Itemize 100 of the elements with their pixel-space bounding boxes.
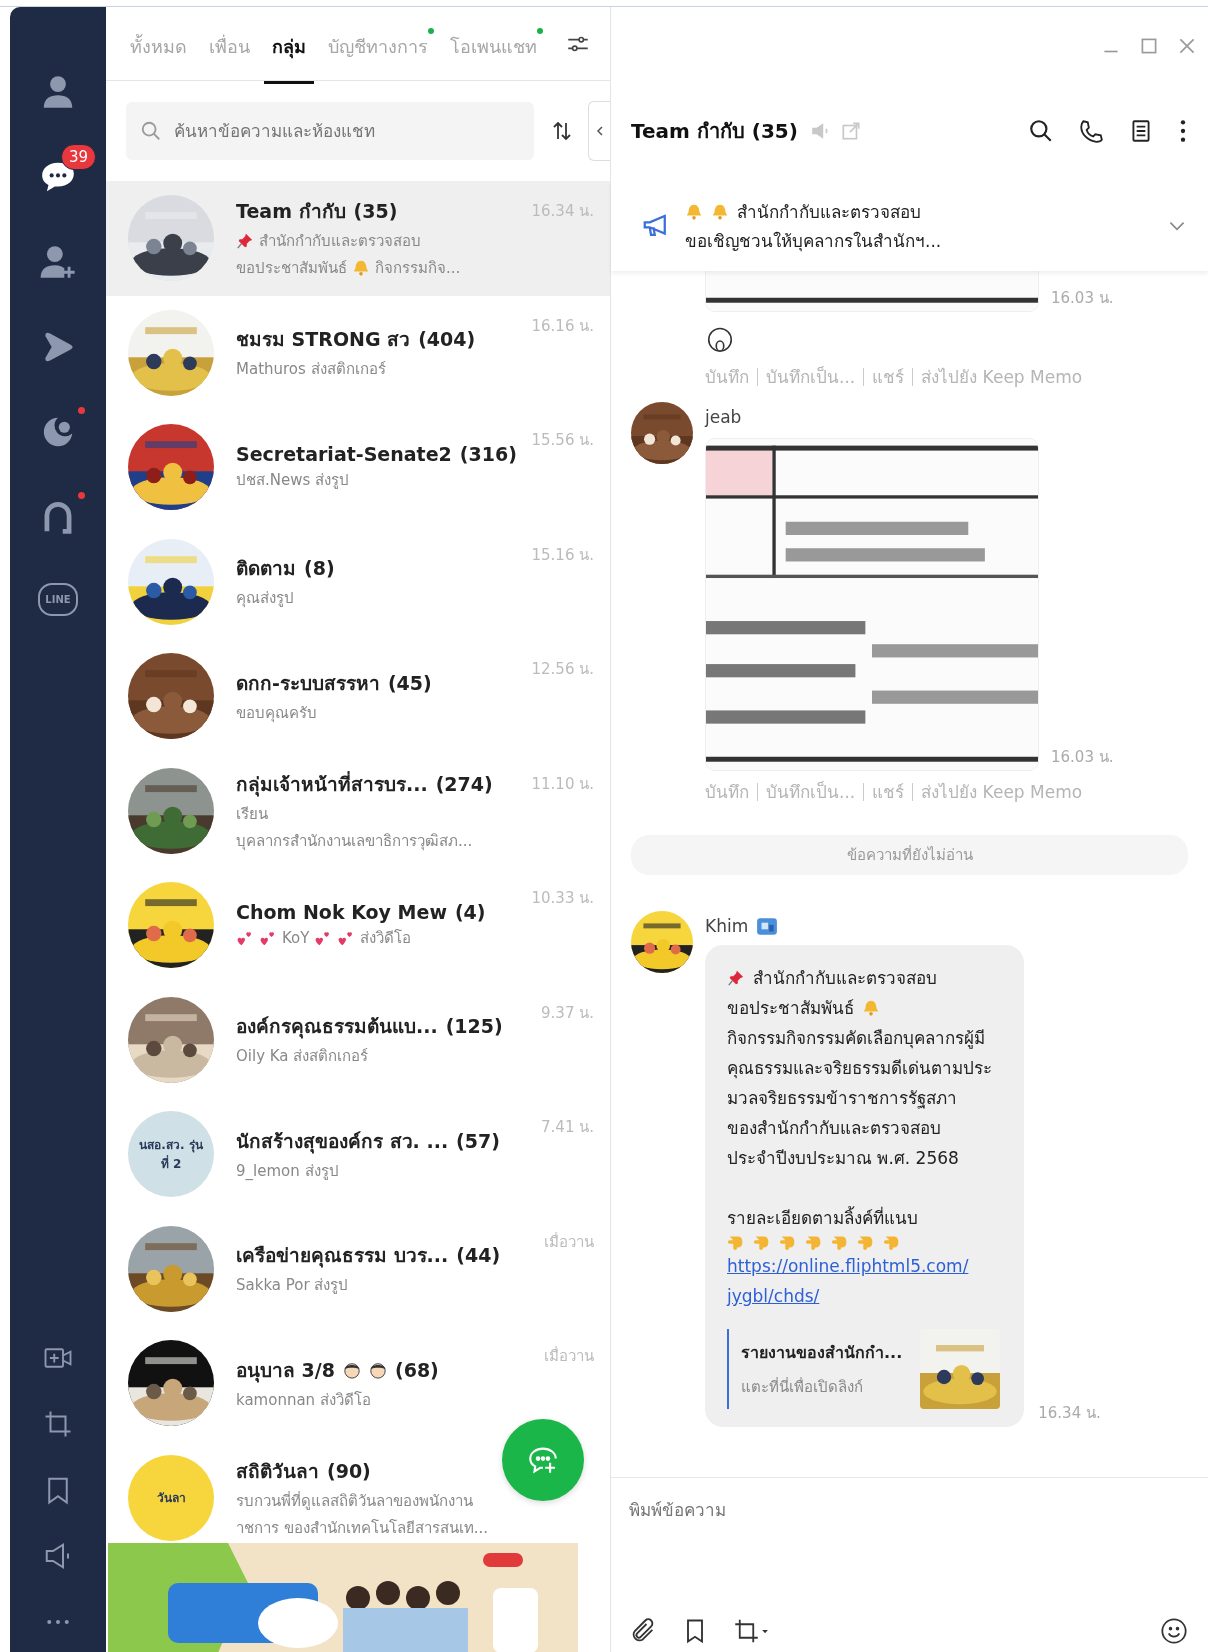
timestamp: 7.41 น.	[541, 1117, 594, 1138]
chat-name: Team กำกับ	[236, 199, 346, 225]
chat-name: สถิติวันลา	[236, 1458, 319, 1484]
member-count: (45)	[387, 671, 432, 694]
chat-title: Team กำกับ (35)	[631, 118, 798, 145]
timestamp: 16.03 น.	[1051, 747, 1114, 768]
message-preview: ส่งวิดีโอ	[360, 927, 412, 949]
message-text: กิจกรรมกิจกรรมคัดเลือกบุคลากรผู้มี	[727, 1027, 985, 1051]
chat-name: เครือข่ายคุณธรรม บวร...	[236, 1243, 449, 1270]
chat-row[interactable]: อนุบาล 3/8 (68) kamonnan ส่งวิดีโอ เมื่อวาน	[106, 1326, 610, 1441]
chat-row[interactable]: กลุ่มเจ้าหน้าที่สารบร... (274) เรียน บุคลากรสำนักงานเลขาธิการวุฒิสภ... 11.10 น.	[106, 753, 610, 868]
message-text: ของสำนักกำกับและตรวจสอบ	[727, 1117, 941, 1140]
message-preview: ขอประชาสัมพันธ์	[236, 258, 347, 280]
message-preview: คุณส่งรูป	[236, 588, 294, 610]
new-chat-button[interactable]	[502, 1419, 584, 1501]
message-text: มวลจริยธรรมข้าราชการรัฐสภา	[727, 1087, 957, 1111]
pin-icon	[727, 969, 745, 987]
chat-row[interactable]: ติดตาม (8) คุณส่งรูป 15.16 น.	[106, 524, 610, 639]
message-text: รายละเอียดตามลิ้งค์ที่แนบ	[727, 1205, 918, 1230]
member-count: (68)	[395, 1358, 439, 1381]
sender-name: jeab	[705, 407, 742, 427]
member-count: (404)	[418, 328, 476, 351]
member-count: (316)	[459, 442, 517, 465]
chevron-left-icon	[594, 126, 605, 136]
message-preview: kamonnan ส่งวิดีโอ	[236, 1389, 371, 1411]
message-preview: Mathuros ส่งสติกเกอร์	[236, 359, 386, 381]
search-icon[interactable]	[1028, 118, 1054, 144]
chat-name: ติดตาม	[236, 556, 296, 582]
tab[interactable]: กลุ่ม	[264, 7, 314, 84]
crop-icon[interactable]	[733, 1617, 769, 1645]
chat-name: ชมรม STRONG สว	[236, 327, 411, 353]
chat-name: ดกก-ระบบสรรหา	[236, 670, 380, 696]
bell-icon	[711, 202, 729, 221]
chat-row[interactable]: เครือข่ายคุณธรรม บวร... (44) Sakka Por ส่งรูป เมื่อวาน	[106, 1211, 610, 1326]
member-count: (57)	[456, 1129, 500, 1152]
chat-name: Secretariat-Senate2	[236, 442, 452, 465]
avatar: วันลา	[128, 1454, 214, 1541]
timestamp: 15.16 น.	[531, 544, 594, 566]
timestamp: 11.10 น.	[531, 773, 594, 795]
bell-icon	[352, 259, 370, 278]
emoji-icon[interactable]	[1160, 1617, 1188, 1645]
member-count: (44)	[456, 1244, 501, 1267]
message-preview: สำนักกำกับและตรวจสอบ	[259, 231, 421, 253]
chat-row[interactable]: วันลา สถิติวันลา (90) รบกวนพี่ที่ดูแลสถิติวันลาของพนักงาน าชการ ของสำนักเทคโนโลยีสารสนเท...	[106, 1440, 610, 1543]
chat-name: นักสร้างสุของค์กร สว. ...	[236, 1128, 449, 1156]
message-preview: ปชส.News ส่งรูป	[236, 469, 350, 491]
announcement-text: ขอเชิญชวนให้บุคลากรในสำนักฯ...	[685, 230, 942, 254]
more-icon[interactable]	[1178, 118, 1188, 144]
message-preview: าชการ ของสำนักเทคโนโลยีสารสนเท...	[236, 1517, 489, 1539]
chat-name: Chom Nok Koy Mew	[236, 900, 447, 923]
pin-icon	[236, 232, 254, 251]
search-icon	[140, 120, 162, 142]
timestamp: 16.16 น.	[531, 315, 594, 337]
message-preview: Oily Ka ส่งสติกเกอร์	[236, 1046, 369, 1068]
avatar: นสอ.สว. รุ่นที่ 2	[128, 1111, 214, 1198]
search-field[interactable]: ค้นหาข้อความและห้องแชท	[126, 102, 534, 160]
member-count: (274)	[435, 772, 493, 795]
message-input[interactable]: พิมพ์ข้อความ	[629, 1496, 1188, 1524]
add-friend-icon[interactable]	[39, 243, 77, 281]
link-preview-card[interactable]: รายงานของสำนักกำ... แตะที่นี่เพื่อเปิดลิงก์	[727, 1329, 1001, 1409]
preview-subtitle: แตะที่นี่เพื่อเปิดลิงก์	[741, 1376, 864, 1398]
message-preview: เรียน	[236, 803, 268, 825]
timestamp: 12.56 น.	[531, 659, 594, 680]
emoji-icon	[343, 1360, 361, 1379]
phone-icon[interactable]	[1078, 118, 1104, 144]
message-preview: 9_lemon ส่งรูป	[236, 1160, 339, 1182]
announcement-bar[interactable]: สำนักกำกับและตรวจสอบ ขอเชิญชวนให้บุคลากรในสำนักฯ...	[611, 181, 1208, 271]
bell-icon	[685, 202, 703, 221]
timestamp: 15.56 น.	[531, 430, 594, 451]
preview-title: รายงานของสำนักกำ...	[741, 1341, 903, 1364]
chat-row[interactable]: องค์กรคุณธรรมต้นแบ... (125) Oily Ka ส่งสติกเกอร์ 9.37 น.	[106, 982, 610, 1097]
timestamp: 9.37 น.	[541, 1002, 594, 1024]
chat-name: กลุ่มเจ้าหน้าที่สารบร...	[236, 770, 428, 799]
chat-row[interactable]: ดกก-ระบบสรรหา (45) ขอบคุณครับ 12.56 น.	[106, 639, 610, 754]
member-count: (125)	[445, 1015, 503, 1038]
member-count: (4)	[454, 900, 486, 923]
chat-row[interactable]: นสอ.สว. รุ่นที่ 2 นักสร้างสุของค์กร สว. ... (57) 9_lemon ส่งรูป 7.41 น.	[106, 1097, 610, 1212]
member-count: (35)	[353, 200, 398, 223]
chat-name: อนุบาล 3/8	[236, 1357, 335, 1385]
link[interactable]: jygbl/chds/	[727, 1281, 820, 1311]
message-text: ขอประชาสัมพันธ์	[727, 997, 854, 1020]
message-text: ประจำปีงบประมาณ พ.ศ. 2568	[727, 1147, 959, 1170]
bell-icon	[862, 999, 880, 1017]
message-text: คุณธรรมและจริยธรรมดีเด่นตามประ	[727, 1057, 992, 1081]
timestamp: 10.33 น.	[531, 888, 594, 909]
chat-name: องค์กรคุณธรรมต้นแบ...	[236, 1014, 438, 1041]
chat-row[interactable]: Secretariat-Senate2 (316) ปชส.News ส่งรูป 15.56 น.	[106, 410, 610, 525]
message-preview: KoY	[282, 928, 310, 947]
timestamp: เมื่อวาน	[544, 1345, 594, 1367]
timestamp: เมื่อวาน	[544, 1231, 594, 1253]
logo[interactable]: LINE	[38, 583, 78, 616]
chat-row[interactable]: Chom Nok Koy Mew (4) KoY ส่งวิดีโอ 10.33 น.	[106, 868, 610, 983]
link[interactable]: https://online.fliphtml5.com/	[727, 1251, 969, 1281]
chat-row[interactable]: ชมรม STRONG สว (404) Mathuros ส่งสติกเกอร์ 16.16 น.	[106, 295, 610, 410]
message-preview: กิจกรรมกิจ...	[375, 258, 461, 280]
message-preview: บุคลากรสำนักงานเลขาธิการวุฒิสภ...	[236, 830, 473, 853]
emoji-icon	[369, 1360, 387, 1379]
announcement-text: สำนักกำกับและตรวจสอบ	[737, 201, 921, 224]
timestamp: 16.34 น.	[1038, 1403, 1101, 1424]
unread-badge: 39	[61, 144, 97, 170]
